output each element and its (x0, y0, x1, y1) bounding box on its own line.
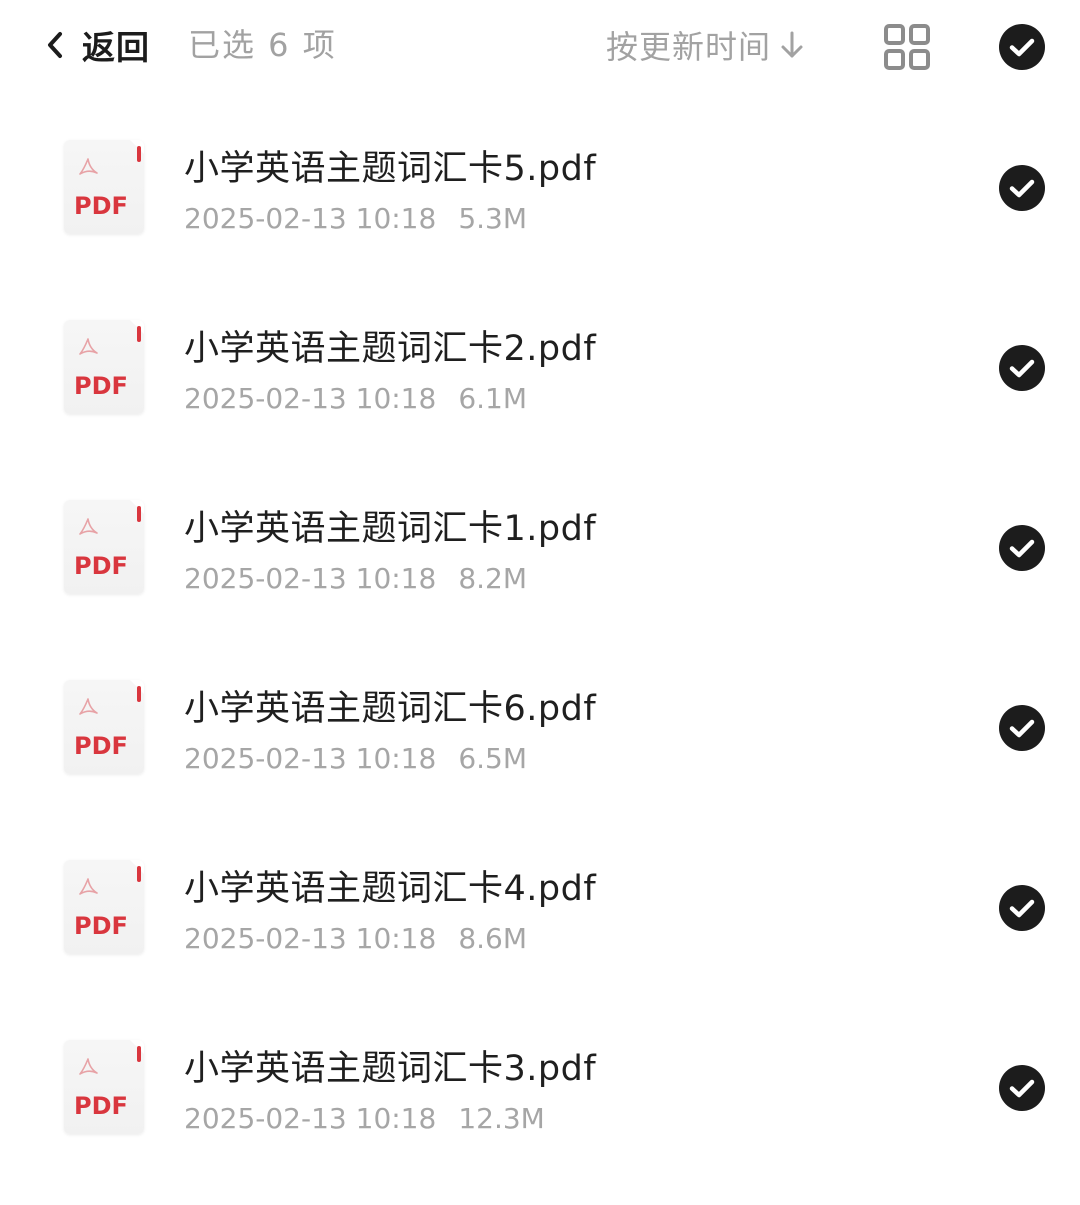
row-checkbox[interactable] (998, 1064, 1046, 1112)
check-circle-icon (999, 345, 1045, 391)
pdf-file-icon: PDF (64, 860, 144, 954)
back-button[interactable]: 返回 (40, 20, 150, 70)
file-name: 小学英语主题词汇卡3.pdf (184, 1049, 597, 1089)
grid-view-button[interactable] (882, 22, 932, 72)
file-row[interactable]: PDF 小学英语主题词汇卡6.pdf 2025-02-13 10:18 6.5M (0, 638, 1080, 818)
chevron-left-icon (40, 27, 70, 63)
file-date: 2025-02-13 10:18 (184, 202, 437, 235)
file-date: 2025-02-13 10:18 (184, 742, 437, 775)
file-date: 2025-02-13 10:18 (184, 1102, 437, 1135)
file-row[interactable]: PDF 小学英语主题词汇卡2.pdf 2025-02-13 10:18 6.1M (0, 278, 1080, 458)
file-meta: 2025-02-13 10:18 12.3M (184, 1102, 545, 1135)
pdf-badge: PDF (74, 372, 128, 400)
pdf-badge: PDF (74, 912, 128, 940)
top-bar: 返回 已选 6 项 按更新时间 (0, 0, 1080, 92)
check-circle-icon (999, 24, 1045, 70)
arrow-down-icon (777, 28, 807, 62)
file-meta: 2025-02-13 10:18 6.5M (184, 742, 527, 775)
file-name: 小学英语主题词汇卡4.pdf (184, 869, 597, 909)
check-circle-icon (999, 165, 1045, 211)
file-date: 2025-02-13 10:18 (184, 382, 437, 415)
check-circle-icon (999, 885, 1045, 931)
selected-count: 已选 6 项 (188, 26, 337, 64)
file-date: 2025-02-13 10:18 (184, 922, 437, 955)
file-name: 小学英语主题词汇卡2.pdf (184, 329, 597, 369)
file-size: 5.3M (458, 202, 528, 235)
pdf-badge: PDF (74, 1092, 128, 1120)
pdf-badge: PDF (74, 192, 128, 220)
file-size: 12.3M (458, 1102, 545, 1135)
pdf-badge: PDF (74, 732, 128, 760)
row-checkbox[interactable] (998, 704, 1046, 752)
file-row[interactable]: PDF 小学英语主题词汇卡5.pdf 2025-02-13 10:18 5.3M (0, 98, 1080, 278)
file-size: 6.5M (458, 742, 528, 775)
file-row[interactable]: PDF 小学英语主题词汇卡3.pdf 2025-02-13 10:18 12.3… (0, 998, 1080, 1178)
file-row[interactable]: PDF 小学英语主题词汇卡4.pdf 2025-02-13 10:18 8.6M (0, 818, 1080, 998)
row-checkbox[interactable] (998, 884, 1046, 932)
grid-view-icon (884, 24, 930, 70)
pdf-file-icon: PDF (64, 680, 144, 774)
file-list: PDF 小学英语主题词汇卡5.pdf 2025-02-13 10:18 5.3M… (0, 98, 1080, 1178)
file-meta: 2025-02-13 10:18 8.2M (184, 562, 527, 595)
sort-button[interactable]: 按更新时间 (606, 22, 807, 68)
file-name: 小学英语主题词汇卡6.pdf (184, 689, 597, 729)
check-circle-icon (999, 525, 1045, 571)
pdf-file-icon: PDF (64, 320, 144, 414)
file-date: 2025-02-13 10:18 (184, 562, 437, 595)
pdf-file-icon: PDF (64, 140, 144, 234)
file-size: 6.1M (458, 382, 528, 415)
check-circle-icon (999, 705, 1045, 751)
file-name: 小学英语主题词汇卡5.pdf (184, 149, 597, 189)
pdf-file-icon: PDF (64, 500, 144, 594)
file-meta: 2025-02-13 10:18 6.1M (184, 382, 527, 415)
row-checkbox[interactable] (998, 164, 1046, 212)
row-checkbox[interactable] (998, 344, 1046, 392)
file-size: 8.2M (458, 562, 528, 595)
pdf-file-icon: PDF (64, 1040, 144, 1134)
file-row[interactable]: PDF 小学英语主题词汇卡1.pdf 2025-02-13 10:18 8.2M (0, 458, 1080, 638)
sort-label: 按更新时间 (606, 28, 772, 66)
row-checkbox[interactable] (998, 524, 1046, 572)
file-size: 8.6M (458, 922, 528, 955)
pdf-badge: PDF (74, 552, 128, 580)
file-meta: 2025-02-13 10:18 5.3M (184, 202, 527, 235)
file-name: 小学英语主题词汇卡1.pdf (184, 509, 597, 549)
check-circle-icon (999, 1065, 1045, 1111)
back-label: 返回 (82, 28, 150, 67)
select-all-checkbox[interactable] (998, 23, 1046, 71)
file-meta: 2025-02-13 10:18 8.6M (184, 922, 527, 955)
